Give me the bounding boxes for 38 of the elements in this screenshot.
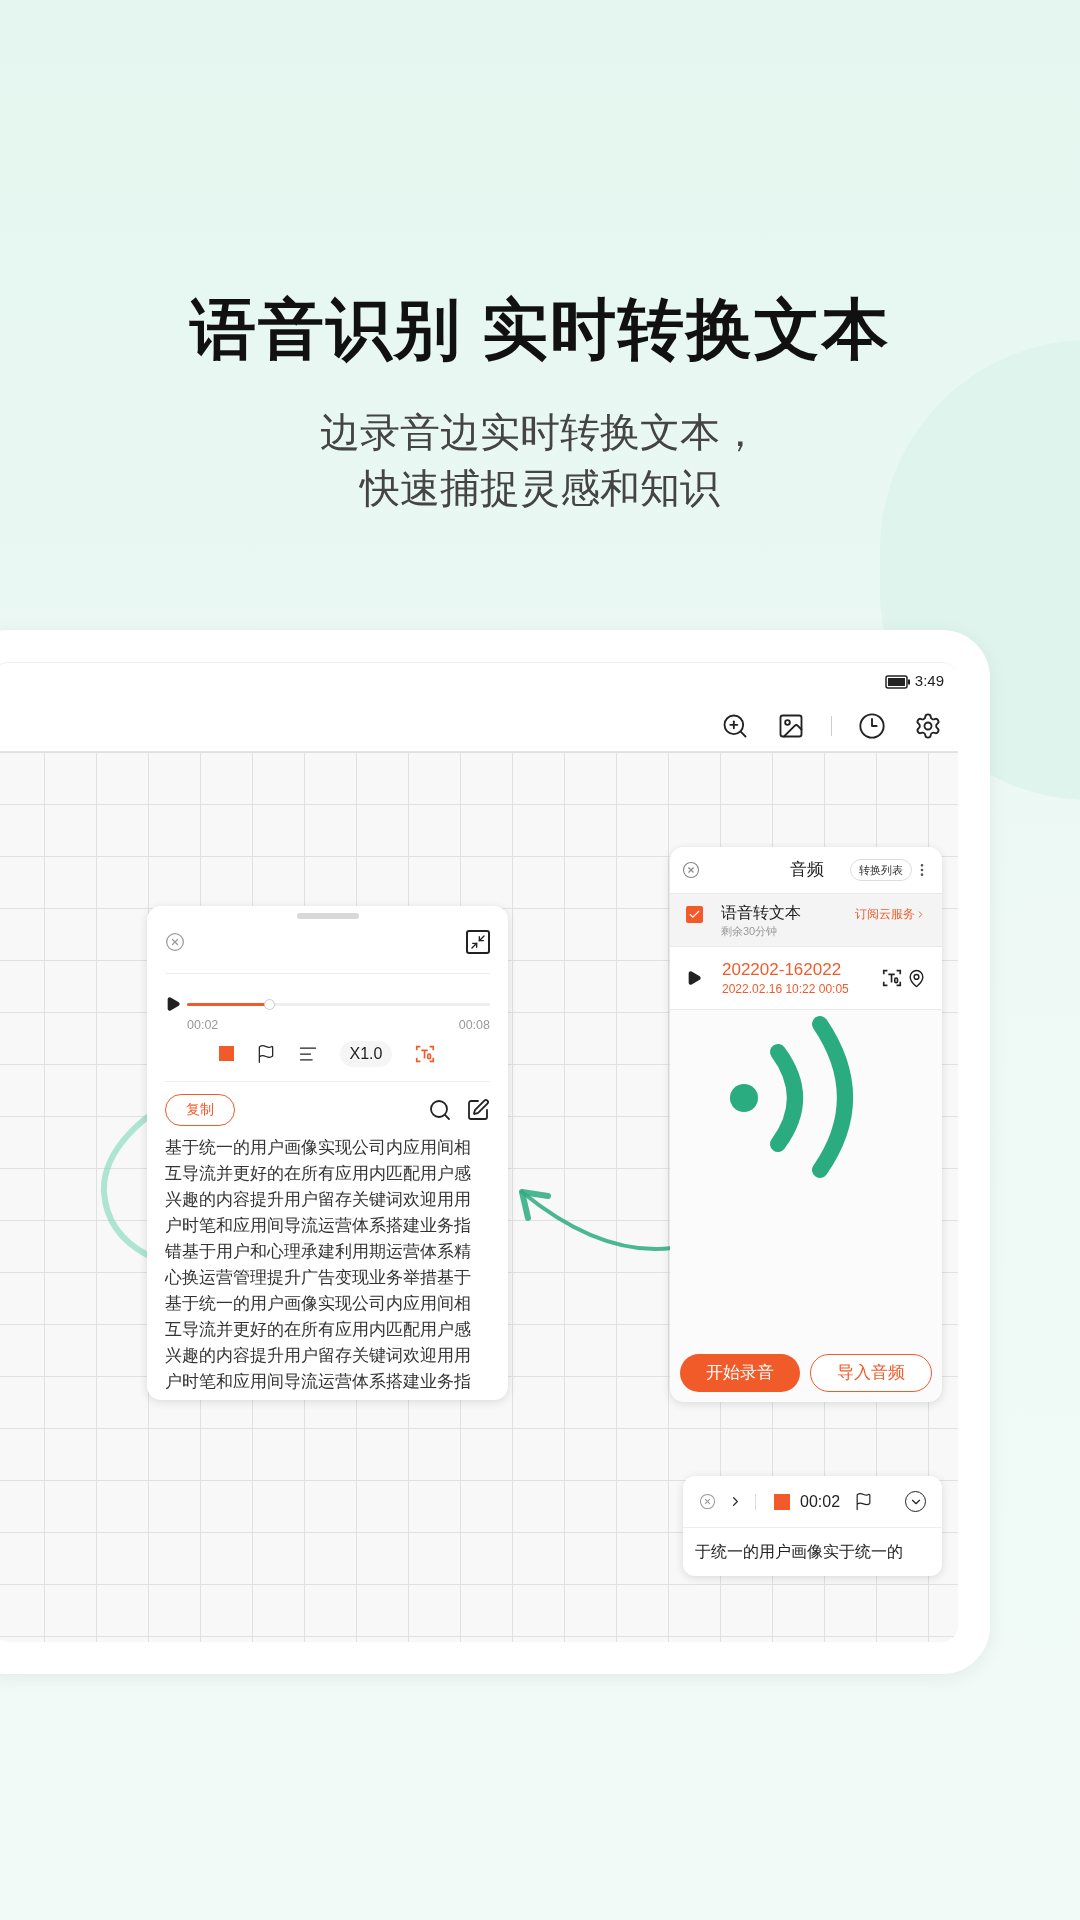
- check-icon: [688, 908, 701, 921]
- option-label: 语音转文本: [721, 903, 801, 923]
- location-pin-icon[interactable]: [907, 968, 926, 988]
- import-audio-button[interactable]: 导入音频: [810, 1354, 932, 1392]
- play-icon[interactable]: [165, 996, 181, 1012]
- close-icon[interactable]: [165, 932, 185, 952]
- close-icon[interactable]: [699, 1493, 716, 1510]
- close-icon[interactable]: [682, 861, 700, 879]
- checkbox[interactable]: [686, 906, 703, 923]
- headline: 语音识别 实时转换文本: [189, 291, 891, 368]
- start-recording-button[interactable]: 开始录音: [680, 1354, 800, 1392]
- status-time: 3:49: [914, 671, 944, 692]
- stop-icon[interactable]: [774, 1493, 790, 1510]
- duration-time: 00:08: [458, 1017, 490, 1034]
- play-icon[interactable]: [686, 970, 702, 986]
- recording-name[interactable]: 202202-162022: [722, 959, 849, 981]
- sound-wave-icon: [730, 1016, 856, 1178]
- panel-title: 音频: [790, 859, 824, 882]
- progress-thumb[interactable]: [263, 998, 275, 1010]
- recording-time: 00:02: [800, 1491, 841, 1512]
- subtitle: 边录音边实时转换文本，: [320, 409, 760, 456]
- live-transcript-text: 于统一的用户画像实于统一的: [694, 1542, 904, 1562]
- subscribe-link[interactable]: 订阅云服务: [855, 906, 926, 924]
- stop-icon[interactable]: [218, 1046, 234, 1062]
- battery-icon: [884, 674, 911, 689]
- collapse-icon[interactable]: [466, 930, 490, 954]
- elapsed-time: 00:02: [187, 1017, 219, 1034]
- search-icon[interactable]: [428, 1097, 452, 1122]
- recording-meta: 2022.02.16 10:22 00:05: [722, 981, 849, 997]
- text-mic-icon[interactable]: [881, 967, 903, 989]
- speed-button[interactable]: X1.0: [339, 1040, 393, 1067]
- history-clock-icon[interactable]: [858, 711, 886, 740]
- edit-icon[interactable]: [466, 1097, 490, 1122]
- subtitle: 快速捕捉灵感和知识: [360, 465, 720, 512]
- transcript-text: 基于统一的用户画像实现公司内应用间相互导流并更好的在所有应用内匹配用户感兴趣的内容提升用户留存关键词欢迎用用户时笔和应用间导流运营体系搭建业务指错基于用户和心理承建利用期运营体系精心换运营管理提升广告变现业务举措基于基于统一的用户画像实现公司内应用间相互导流并更好的在所有应用内匹配用户感兴趣的内容提升用户留存关键词欢迎用用户时笔和应用间导流运营体系搭建业务指: [165, 1135, 472, 1393]
- drag-handle[interactable]: [296, 913, 359, 919]
- settings-icon[interactable]: [914, 711, 942, 740]
- option-note: 剩余30分钟: [721, 924, 779, 938]
